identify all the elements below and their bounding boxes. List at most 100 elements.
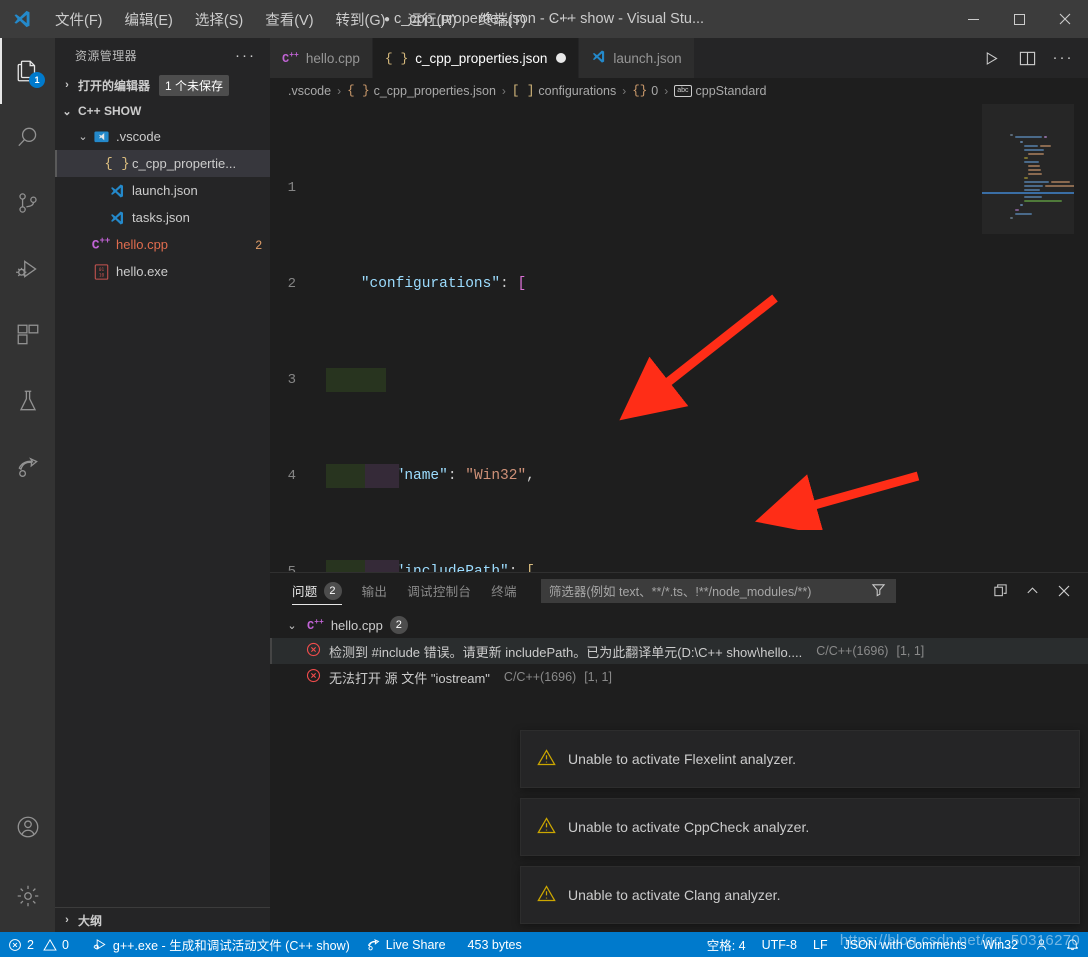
tree-item-c-cpp-properties[interactable]: { } c_cpp_propertie... <box>55 150 270 177</box>
menu-edit[interactable]: 编辑(E) <box>114 5 184 34</box>
problems-filter-input[interactable]: 筛选器(例如 text、**/*.ts、!**/node_modules/**) <box>540 578 896 603</box>
breadcrumb-item-index[interactable]: {} 0 <box>632 84 658 98</box>
status-eol[interactable]: LF <box>805 932 836 957</box>
window-controls <box>950 0 1088 38</box>
activity-accounts[interactable] <box>0 794 55 860</box>
sidebar-more-icon[interactable]: ··· <box>235 47 262 64</box>
breadcrumb-separator-icon: › <box>501 84 506 98</box>
new-window-icon[interactable] <box>986 577 1014 605</box>
maximize-panel-icon[interactable] <box>1018 577 1046 605</box>
code-line[interactable]: 5 "includePath": [ <box>270 560 982 572</box>
breadcrumb-separator-icon: › <box>622 84 627 98</box>
chevron-down-icon: ⌄ <box>78 131 88 143</box>
vscode-logo-icon <box>0 0 44 38</box>
activity-testing[interactable] <box>0 368 55 434</box>
status-file-size[interactable]: 453 bytes <box>460 932 530 957</box>
tree-item-label: hello.exe <box>116 264 169 279</box>
status-live-share[interactable]: Live Share <box>358 932 454 957</box>
problems-file-group[interactable]: ⌄ C++ hello.cpp 2 <box>270 612 1088 638</box>
activity-run-debug[interactable] <box>0 236 55 302</box>
status-notifications-bell[interactable] <box>1057 932 1088 957</box>
tree-item-tasks-json[interactable]: tasks.json <box>55 204 270 231</box>
menu-terminal[interactable]: 终端(T) <box>468 5 538 34</box>
status-platform[interactable]: Win32 <box>975 932 1026 957</box>
notification-toast[interactable]: Unable to activate Clang analyzer. <box>520 866 1080 924</box>
minimap[interactable] <box>982 104 1074 572</box>
breadcrumb-item-configurations[interactable]: [ ] configurations <box>512 84 616 98</box>
menu-overflow-icon[interactable]: ··· <box>537 10 587 28</box>
status-build-task[interactable]: g++.exe - 生成和调试活动文件 (C++ show) <box>85 932 358 957</box>
breadcrumb-separator-icon: › <box>337 84 342 98</box>
code-line[interactable]: 4 "name": "Win32", <box>270 464 982 488</box>
activity-explorer[interactable]: 1 <box>0 38 55 104</box>
chevron-right-icon: › <box>65 79 69 91</box>
code-line[interactable]: 2 "configurations": [ <box>270 272 982 296</box>
minimap-current-line <box>982 192 1074 194</box>
panel-tab-debug-console[interactable]: 调试控制台 <box>397 573 481 608</box>
tab-hello-cpp[interactable]: C++ hello.cpp <box>270 38 373 78</box>
section-outline[interactable]: › 大纲 <box>55 908 270 932</box>
tab-label: c_cpp_properties.json <box>415 50 548 66</box>
menu-run[interactable]: 运行(R) <box>396 5 467 34</box>
menu-view[interactable]: 查看(V) <box>254 5 324 34</box>
tab-c-cpp-properties-json[interactable]: { } c_cpp_properties.json <box>372 38 580 78</box>
editor-group: C++ hello.cpp { } c_cpp_properties.json … <box>270 38 1088 932</box>
problem-item[interactable]: 无法打开 源 文件 "iostream" C/C++(1696) [1, 1] <box>270 664 1088 690</box>
status-indentation[interactable]: 空格: 4 <box>699 932 754 957</box>
run-code-button[interactable] <box>974 41 1008 75</box>
close-panel-icon[interactable] <box>1050 577 1078 605</box>
activity-source-control[interactable] <box>0 170 55 236</box>
status-language-mode[interactable]: JSON with Comments <box>836 932 975 957</box>
panel-tab-problems[interactable]: 问题 2 <box>282 573 352 608</box>
activity-settings[interactable] <box>0 860 55 932</box>
editor-scrollbar[interactable] <box>1074 104 1088 572</box>
close-button[interactable] <box>1042 0 1088 38</box>
maximize-button[interactable] <box>996 0 1042 38</box>
menu-go[interactable]: 转到(G) <box>325 5 397 34</box>
panel-tab-terminal[interactable]: 终端 <box>481 573 527 608</box>
menu-selection[interactable]: 选择(S) <box>184 5 254 34</box>
tree-item-hello-cpp[interactable]: C++ hello.cpp 2 <box>55 231 270 258</box>
notification-toast[interactable]: Unable to activate CppCheck analyzer. <box>520 798 1080 856</box>
breadcrumb-item-folder[interactable]: .vscode <box>288 84 331 98</box>
code-viewport[interactable]: 1 2 "configurations": [ 3 { 4 "name": "W… <box>270 104 982 572</box>
breadcrumb-item-file[interactable]: { } c_cpp_properties.json <box>347 84 496 98</box>
code-line[interactable]: 1 <box>270 176 982 200</box>
status-feedback[interactable] <box>1026 932 1057 957</box>
status-task-label: g++.exe - 生成和调试活动文件 (C++ show) <box>112 939 350 953</box>
tab-launch-json[interactable]: launch.json <box>579 38 695 78</box>
code-line[interactable]: 3 { <box>270 368 982 392</box>
tab-dirty-indicator[interactable] <box>556 53 567 63</box>
status-encoding-label: UTF-8 <box>761 937 798 952</box>
section-open-editors[interactable]: › 打开的编辑器 1 个未保存 <box>55 73 270 97</box>
problems-file-badge: 2 <box>389 616 408 634</box>
notification-toast[interactable]: Unable to activate Flexelint analyzer. <box>520 730 1080 788</box>
vscode-window: 文件(F) 编辑(E) 选择(S) 查看(V) 转到(G) 运行(R) 终端(T… <box>0 0 1088 957</box>
split-editor-button[interactable] <box>1010 41 1044 75</box>
status-problems[interactable]: 2 0 <box>0 932 77 957</box>
tab-label: launch.json <box>613 50 682 66</box>
code-text: "configurations": [ <box>360 276 527 292</box>
code-editor[interactable]: 1 2 "configurations": [ 3 { 4 "name": "W… <box>270 104 1088 572</box>
menu-bar[interactable]: 文件(F) 编辑(E) 选择(S) 查看(V) 转到(G) 运行(R) 终端(T… <box>44 5 587 34</box>
tree-item-vscode-folder[interactable]: ⌄ .vscode <box>55 123 270 150</box>
activity-extensions[interactable] <box>0 302 55 368</box>
status-encoding[interactable]: UTF-8 <box>754 932 805 957</box>
more-actions-button[interactable]: ··· <box>1046 41 1080 75</box>
tree-item-launch-json[interactable]: launch.json <box>55 177 270 204</box>
sidebar-bottom: › 大纲 <box>55 907 270 932</box>
minimize-button[interactable] <box>950 0 996 38</box>
filter-icon[interactable] <box>865 582 892 600</box>
tree-item-hello-exe[interactable]: 01 10 hello.exe <box>55 258 270 285</box>
menu-file[interactable]: 文件(F) <box>44 5 114 34</box>
status-bar-right: 空格: 4 UTF-8 LF JSON with Comments Win32 <box>699 932 1088 957</box>
array-brackets-icon: [ ] <box>511 84 535 98</box>
warning-icon <box>537 884 556 906</box>
activity-live-share[interactable] <box>0 434 55 500</box>
line-number: 2 <box>287 276 296 292</box>
activity-search[interactable] <box>0 104 55 170</box>
problem-item[interactable]: 检测到 #include 错误。请更新 includePath。已为此翻译单元(… <box>270 638 1088 664</box>
panel-tab-output[interactable]: 输出 <box>352 573 398 608</box>
breadcrumb-item-property[interactable]: abc cppStandard <box>674 84 766 98</box>
section-project-root[interactable]: ⌄ C++ SHOW <box>55 99 270 123</box>
